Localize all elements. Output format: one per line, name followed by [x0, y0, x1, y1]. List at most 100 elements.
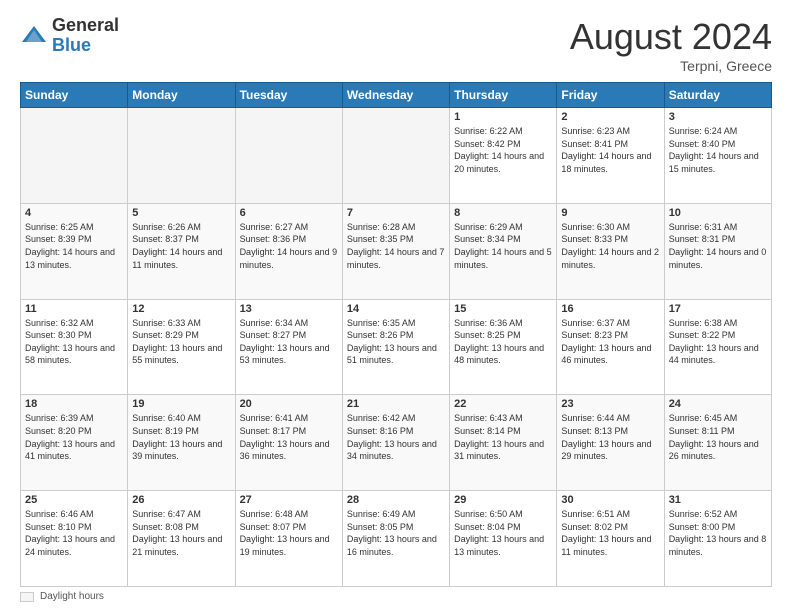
day-number: 6	[240, 207, 338, 219]
day-info: Sunrise: 6:51 AMSunset: 8:02 PMDaylight:…	[561, 508, 659, 558]
day-number: 11	[25, 303, 123, 315]
day-info: Sunrise: 6:45 AMSunset: 8:11 PMDaylight:…	[669, 412, 767, 462]
calendar-cell: 7 Sunrise: 6:28 AMSunset: 8:35 PMDaylight…	[342, 203, 449, 299]
calendar-cell: 30Sunrise: 6:51 AMSunset: 8:02 PMDayligh…	[557, 491, 664, 587]
calendar-cell: 29 Sunrise: 6:50 AMSunset: 8:04 PMDayligh…	[450, 491, 557, 587]
day-info: Sunrise: 6:41 AMSunset: 8:17 PMDaylight:…	[240, 412, 338, 462]
day-header-sunday: Sunday	[21, 83, 128, 108]
day-number: 14	[347, 303, 445, 315]
day-number: 4	[25, 207, 123, 219]
day-info: Sunrise: 6:44 AMSunset: 8:13 PMDaylight:…	[561, 412, 659, 462]
calendar-cell: 1 Sunrise: 6:22 AMSunset: 8:42 PMDaylight…	[450, 108, 557, 204]
day-number: 5	[132, 207, 230, 219]
calendar-cell: 14Sunrise: 6:35 AMSunset: 8:26 PMDayligh…	[342, 299, 449, 395]
day-number: 12	[132, 303, 230, 315]
calendar-cell	[235, 108, 342, 204]
calendar-cell: 19 Sunrise: 6:40 AMSunset: 8:19 PMDayligh…	[128, 395, 235, 491]
calendar-cell: 8 Sunrise: 6:29 AMSunset: 8:34 PMDaylight…	[450, 203, 557, 299]
calendar-cell: 18 Sunrise: 6:39 AMSunset: 8:20 PMDayligh…	[21, 395, 128, 491]
day-number: 26	[132, 494, 230, 506]
page: General Blue August 2024 Terpni, Greece …	[0, 0, 792, 612]
day-info: Sunrise: 6:27 AMSunset: 8:36 PMDaylight:…	[240, 221, 338, 271]
day-number: 9	[561, 207, 659, 219]
calendar-cell: 22 Sunrise: 6:43 AMSunset: 8:14 PMDayligh…	[450, 395, 557, 491]
day-number: 10	[669, 207, 767, 219]
day-number: 29	[454, 494, 552, 506]
calendar-cell: 28Sunrise: 6:49 AMSunset: 8:05 PMDayligh…	[342, 491, 449, 587]
day-number: 13	[240, 303, 338, 315]
day-number: 16	[561, 303, 659, 315]
calendar-cell: 10Sunrise: 6:31 AMSunset: 8:31 PMDayligh…	[664, 203, 771, 299]
day-info: Sunrise: 6:47 AMSunset: 8:08 PMDaylight:…	[132, 508, 230, 558]
calendar-cell: 12 Sunrise: 6:33 AMSunset: 8:29 PMDayligh…	[128, 299, 235, 395]
day-header-thursday: Thursday	[450, 83, 557, 108]
day-number: 22	[454, 398, 552, 410]
day-info: Sunrise: 6:33 AMSunset: 8:29 PMDaylight:…	[132, 317, 230, 367]
day-info: Sunrise: 6:23 AMSunset: 8:41 PMDaylight:…	[561, 125, 659, 175]
day-info: Sunrise: 6:34 AMSunset: 8:27 PMDaylight:…	[240, 317, 338, 367]
day-info: Sunrise: 6:52 AMSunset: 8:00 PMDaylight:…	[669, 508, 767, 558]
day-header-tuesday: Tuesday	[235, 83, 342, 108]
day-info: Sunrise: 6:22 AMSunset: 8:42 PMDaylight:…	[454, 125, 552, 175]
day-info: Sunrise: 6:28 AMSunset: 8:35 PMDaylight:…	[347, 221, 445, 271]
calendar-cell: 23 Sunrise: 6:44 AMSunset: 8:13 PMDayligh…	[557, 395, 664, 491]
daylight-box-icon	[20, 592, 34, 602]
day-header-monday: Monday	[128, 83, 235, 108]
calendar-week-3: 18 Sunrise: 6:39 AMSunset: 8:20 PMDayligh…	[21, 395, 772, 491]
day-info: Sunrise: 6:30 AMSunset: 8:33 PMDaylight:…	[561, 221, 659, 271]
day-info: Sunrise: 6:42 AMSunset: 8:16 PMDaylight:…	[347, 412, 445, 462]
day-header-wednesday: Wednesday	[342, 83, 449, 108]
calendar-cell	[128, 108, 235, 204]
day-number: 1	[454, 111, 552, 123]
day-info: Sunrise: 6:43 AMSunset: 8:14 PMDaylight:…	[454, 412, 552, 462]
day-number: 28	[347, 494, 445, 506]
day-number: 25	[25, 494, 123, 506]
calendar-cell	[21, 108, 128, 204]
logo-icon	[20, 22, 48, 50]
calendar-cell: 15Sunrise: 6:36 AMSunset: 8:25 PMDayligh…	[450, 299, 557, 395]
day-number: 31	[669, 494, 767, 506]
footer: Daylight hours	[20, 591, 772, 602]
day-number: 20	[240, 398, 338, 410]
day-info: Sunrise: 6:38 AMSunset: 8:22 PMDaylight:…	[669, 317, 767, 367]
calendar-cell: 24 Sunrise: 6:45 AMSunset: 8:11 PMDayligh…	[664, 395, 771, 491]
day-info: Sunrise: 6:29 AMSunset: 8:34 PMDaylight:…	[454, 221, 552, 271]
header: General Blue August 2024 Terpni, Greece	[20, 16, 772, 74]
day-info: Sunrise: 6:37 AMSunset: 8:23 PMDaylight:…	[561, 317, 659, 367]
day-number: 23	[561, 398, 659, 410]
calendar-cell: 25 Sunrise: 6:46 AMSunset: 8:10 PMDayligh…	[21, 491, 128, 587]
day-number: 7	[347, 207, 445, 219]
day-info: Sunrise: 6:46 AMSunset: 8:10 PMDaylight:…	[25, 508, 123, 558]
day-info: Sunrise: 6:32 AMSunset: 8:30 PMDaylight:…	[25, 317, 123, 367]
day-info: Sunrise: 6:40 AMSunset: 8:19 PMDaylight:…	[132, 412, 230, 462]
calendar-cell: 31 Sunrise: 6:52 AMSunset: 8:00 PMDayligh…	[664, 491, 771, 587]
day-number: 27	[240, 494, 338, 506]
calendar-cell: 20 Sunrise: 6:41 AMSunset: 8:17 PMDayligh…	[235, 395, 342, 491]
footer-note: Daylight hours	[40, 591, 104, 602]
calendar-cell: 6 Sunrise: 6:27 AMSunset: 8:36 PMDaylight…	[235, 203, 342, 299]
day-number: 19	[132, 398, 230, 410]
calendar-week-0: 1 Sunrise: 6:22 AMSunset: 8:42 PMDaylight…	[21, 108, 772, 204]
day-info: Sunrise: 6:26 AMSunset: 8:37 PMDaylight:…	[132, 221, 230, 271]
day-info: Sunrise: 6:36 AMSunset: 8:25 PMDaylight:…	[454, 317, 552, 367]
logo-blue-text: Blue	[52, 35, 91, 55]
day-info: Sunrise: 6:48 AMSunset: 8:07 PMDaylight:…	[240, 508, 338, 558]
calendar-header-row: SundayMondayTuesdayWednesdayThursdayFrid…	[21, 83, 772, 108]
calendar-cell: 16 Sunrise: 6:37 AMSunset: 8:23 PMDayligh…	[557, 299, 664, 395]
day-number: 3	[669, 111, 767, 123]
day-info: Sunrise: 6:50 AMSunset: 8:04 PMDaylight:…	[454, 508, 552, 558]
calendar-cell: 17 Sunrise: 6:38 AMSunset: 8:22 PMDayligh…	[664, 299, 771, 395]
day-number: 8	[454, 207, 552, 219]
day-number: 24	[669, 398, 767, 410]
day-info: Sunrise: 6:39 AMSunset: 8:20 PMDaylight:…	[25, 412, 123, 462]
calendar-cell: 27 Sunrise: 6:48 AMSunset: 8:07 PMDayligh…	[235, 491, 342, 587]
day-header-friday: Friday	[557, 83, 664, 108]
calendar-cell: 4Sunrise: 6:25 AMSunset: 8:39 PMDaylight…	[21, 203, 128, 299]
calendar-week-2: 11 Sunrise: 6:32 AMSunset: 8:30 PMDayligh…	[21, 299, 772, 395]
day-number: 17	[669, 303, 767, 315]
day-number: 18	[25, 398, 123, 410]
logo-general-text: General	[52, 15, 119, 35]
calendar-cell	[342, 108, 449, 204]
day-number: 21	[347, 398, 445, 410]
calendar-cell: 2Sunrise: 6:23 AMSunset: 8:41 PMDaylight…	[557, 108, 664, 204]
